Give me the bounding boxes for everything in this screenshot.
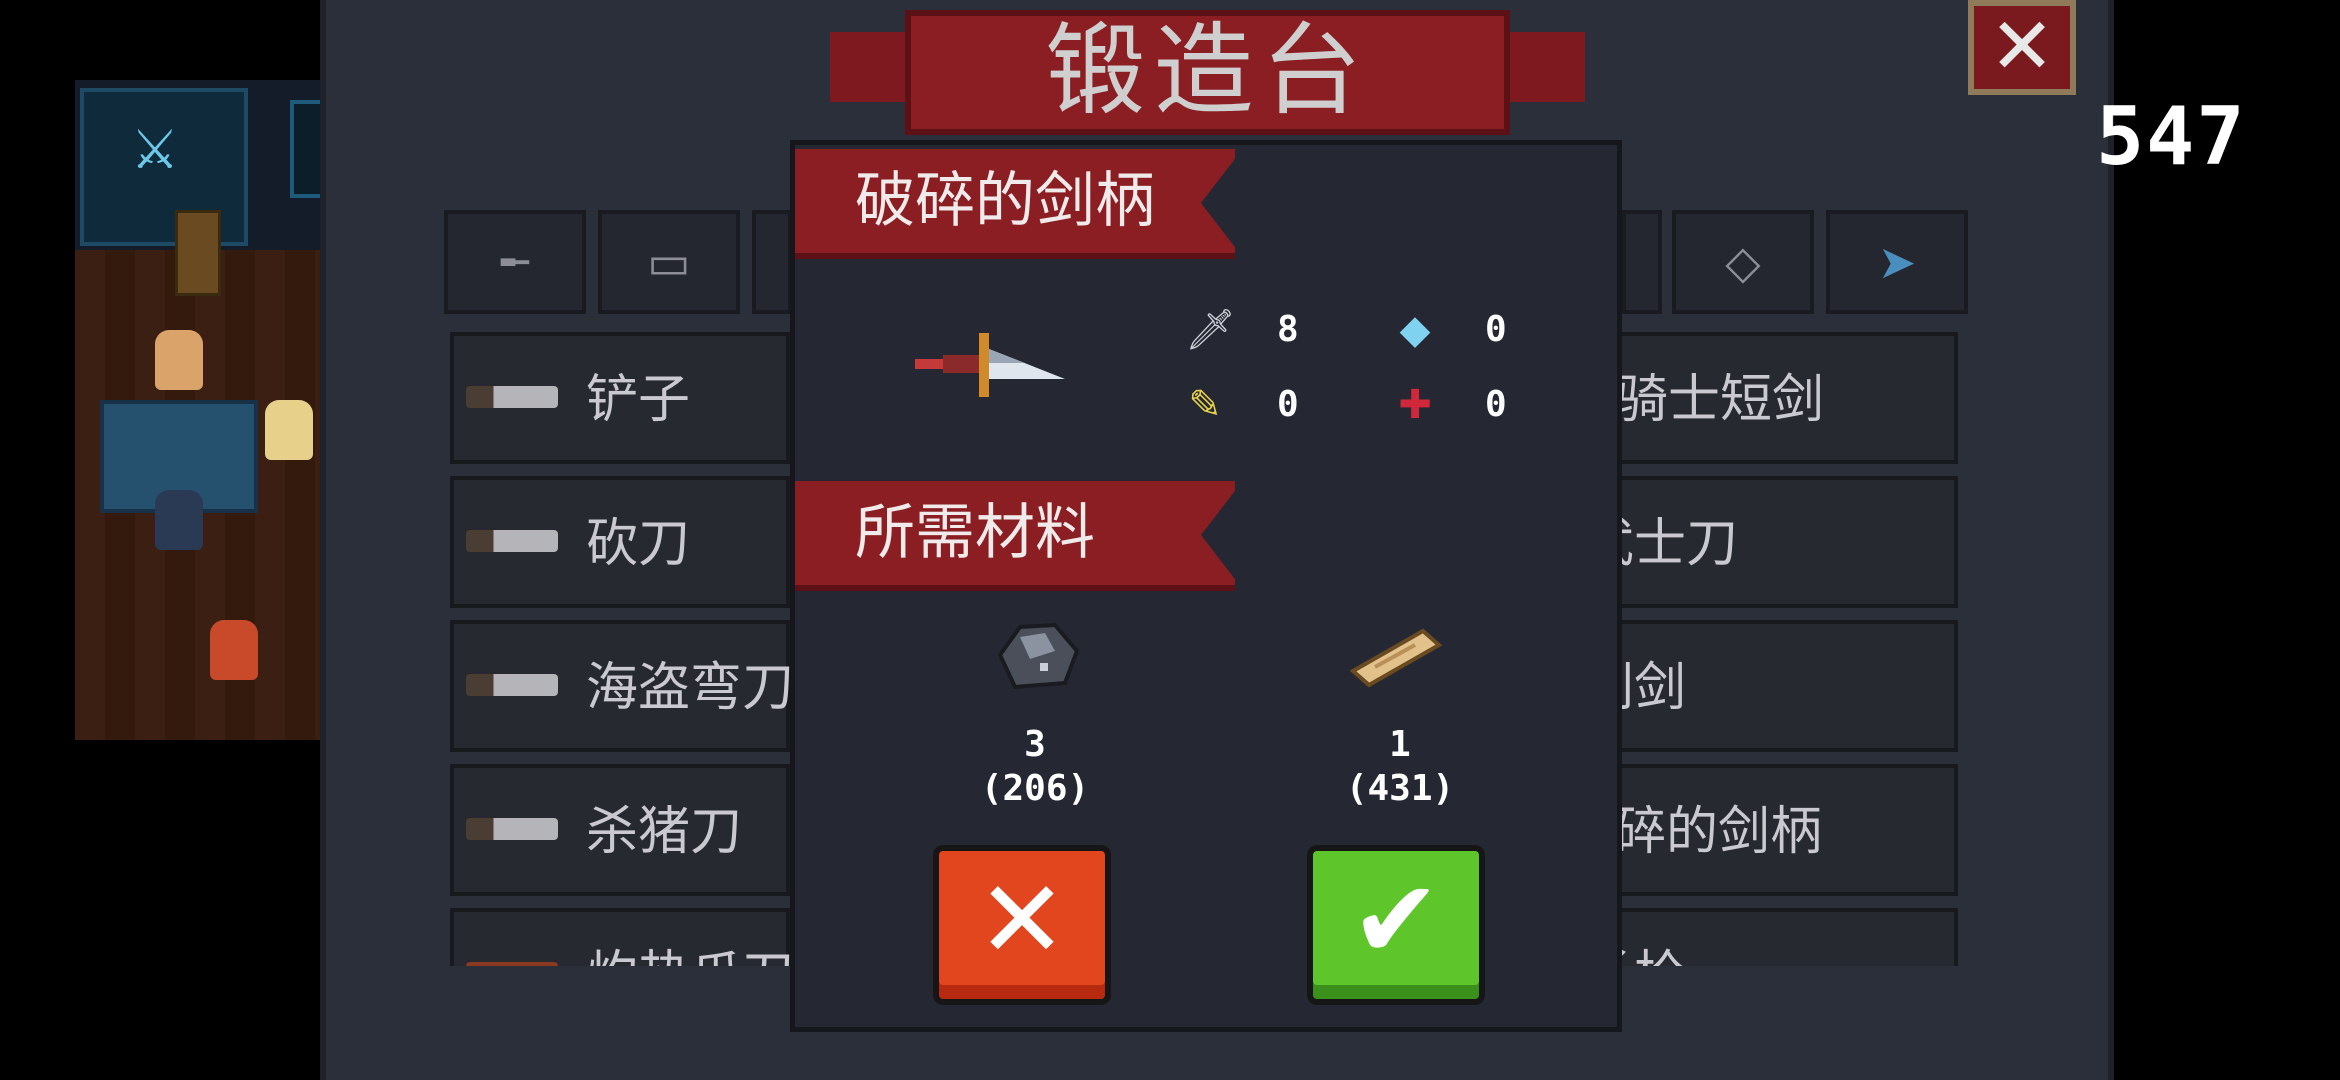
list-item[interactable]: 武士刀 [1582,476,1958,608]
npc-character [265,400,313,460]
wood-required: 1 [1389,724,1411,765]
scene-door [290,100,320,198]
cutlass-icon [466,674,558,696]
list-item[interactable]: 灼热爪刀 [450,908,794,966]
player-character [155,490,203,550]
energy-value: 0 [1485,309,1507,350]
tab-crosshair[interactable]: ◇ [1672,210,1814,314]
accuracy-icon: ✚ [1398,382,1432,428]
shark-gun-icon: ➤ [1877,235,1917,289]
scene-cabinet [175,210,221,296]
close-icon: ✕ [1989,2,2055,92]
cleaver-icon [466,818,558,840]
hud-counter: 547 [2096,90,2247,183]
rifle-icon: ▭ [647,235,691,289]
ore-icon [997,622,1080,690]
shovel-icon [466,386,558,408]
tab-rifle[interactable]: ▭ [598,210,740,314]
page-title: 锻造台 [1045,12,1370,129]
materials-title: 所需材料 [855,498,1095,568]
item-name: 破碎的剑柄 [855,166,1155,236]
confirm-button[interactable]: ✔ [1307,845,1485,1005]
weapon-name: 海盗弯刀 [586,658,795,718]
attack-icon: 🗡 [1185,307,1236,353]
broken-sword-hilt-icon [915,333,1065,397]
list-item[interactable]: 铲子 [450,332,790,464]
tab-fish[interactable] [1622,210,1662,314]
energy-icon: ◆ [1399,307,1431,353]
crossed-swords-icon: ⚔ [130,118,180,181]
list-item[interactable]: 长枪 [1582,908,1958,966]
game-scene: ⚔ [75,80,320,740]
close-icon: ✕ [976,858,1068,983]
list-item[interactable]: 刺剑 [1582,620,1958,752]
pet-character [210,620,258,680]
attack-value: 8 [1277,309,1299,350]
weapon-name: 铲子 [586,370,691,430]
npc-character [155,330,203,390]
list-item[interactable]: 杀猪刀 [450,764,790,896]
ribbon-notch [1201,483,1241,587]
close-button[interactable]: ✕ [1968,0,2076,95]
tab-pistol[interactable]: ╾ [444,210,586,314]
ore-required: 3 [1024,724,1046,765]
weapon-name: 杀猪刀 [586,802,743,862]
title-banner: 锻造台 [905,10,1510,135]
cancel-button[interactable]: ✕ [933,845,1111,1005]
accuracy-value: 0 [1485,384,1507,425]
list-item[interactable]: 砍刀 [450,476,790,608]
list-item[interactable]: 海盗弯刀 [450,620,794,752]
list-item[interactable]: 皇家骑士短剑 [1512,332,1958,464]
wood-icon [1349,628,1443,688]
pistol-icon: ╾ [501,235,529,289]
crit-icon: ✎ [1188,382,1222,428]
weapon-name: 灼热爪刀 [586,936,794,966]
machete-icon [466,530,558,552]
materials-ribbon: 所需材料 [795,481,1235,591]
ribbon-notch [1201,151,1241,255]
checkmark-icon: ✔ [1350,858,1442,983]
forge-detail-popup: 破碎的剑柄 🗡 8 ◆ 0 ✎ 0 ✚ 0 所需材料 3 (206) 1 (43… [790,140,1622,1032]
wood-owned: (431) [1345,768,1455,809]
tab-shark-gun[interactable]: ➤ [1826,210,1968,314]
weapon-name: 砍刀 [586,514,691,574]
claw-blade-icon [466,962,558,966]
item-name-ribbon: 破碎的剑柄 [795,149,1235,259]
crosshair-icon: ◇ [1725,235,1761,289]
tab-sword[interactable] [752,210,792,314]
ore-owned: (206) [980,768,1090,809]
crit-value: 0 [1277,384,1299,425]
list-item[interactable]: 破碎的剑柄 [1562,764,1958,896]
